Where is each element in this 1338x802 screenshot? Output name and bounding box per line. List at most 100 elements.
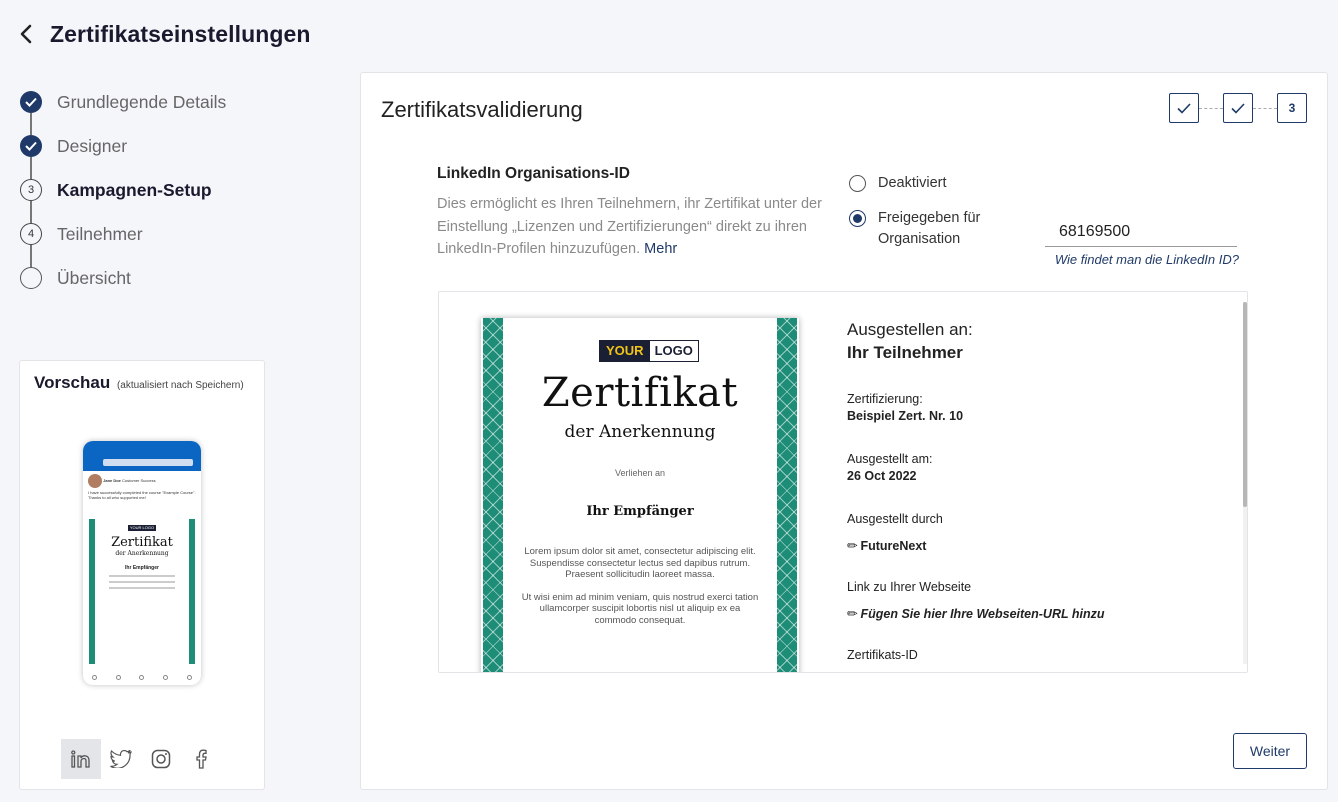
avatar [88,474,102,488]
check-circle-icon [20,91,42,113]
logo-part-logo: LOGO [649,341,698,361]
issued-by-block: Ausgestellt durch ✎FutureNext [844,512,943,555]
certificate-title: Zertifikat [541,370,739,416]
more-link[interactable]: Mehr [644,241,677,257]
phone-post-text: I have successfully completed the course… [88,490,196,500]
preview-title: Vorschau (aktualisiert nach Speichern) [34,373,244,393]
linkedin-org-id-input[interactable] [1045,217,1237,247]
website-edit[interactable]: ✎Fügen Sie hier Ihre Webseiten-URL hinzu [844,605,1105,622]
linkedin-description-text: Dies ermöglicht es Ihren Teilnehmern, ih… [437,196,822,257]
mini-step-3[interactable]: 3 [1277,93,1307,123]
certificate-awarded-to: Verliehen an [614,468,666,478]
issued-to-block: Ausgestellen an: Ihr Teilnehmer [847,320,973,363]
step-label: Designer [57,135,128,156]
check-icon [1177,102,1191,114]
step-overview[interactable]: Übersicht [20,256,320,300]
check-circle-icon [20,135,42,157]
certificate-paragraph: Lorem ipsum dolor sit amet, consectetur … [524,546,756,580]
radio-shared-organisation[interactable]: Freigegeben für Organisation [849,208,998,250]
website-label: Link zu Ihrer Webseite [847,580,972,594]
phone-app-bar [83,441,201,471]
website-value: Fügen Sie hier Ihre Webseiten-URL hinzu [860,607,1105,621]
step-basic-details[interactable]: Grundlegende Details [20,80,320,135]
step-list: Grundlegende Details Designer 3 Kampagne… [20,80,320,300]
step-label: Kampagnen-Setup [57,179,212,200]
phone-post: Jane Doe Customer Success I have success… [83,471,201,503]
phone-certificate: YOUR LOGO Zertifikat der Anerkennung Ihr… [89,519,195,664]
certificate-paragraph: Ut wisi enim ad minim veniam, quis nostr… [521,591,759,626]
issued-by-edit[interactable]: ✎FutureNext [844,537,943,554]
mini-step-2[interactable] [1223,93,1253,123]
chevron-left-icon [20,24,32,44]
step-label: Übersicht [57,267,131,288]
main-card: Zertifikatsvalidierung 3 LinkedIn Organi… [360,72,1328,790]
certification-value: Beispiel Zert. Nr. 10 [847,409,964,423]
empty-circle-icon [20,267,42,289]
facebook-icon [196,749,207,769]
step-participants[interactable]: 4 Teilnehmer [20,212,320,267]
check-icon [1231,102,1245,114]
scrollbar-thumb[interactable] [1243,302,1247,507]
linkedin-section: LinkedIn Organisations-ID Dies ermöglich… [437,165,827,261]
issued-to-value: Ihr Teilnehmer [847,343,963,362]
next-button[interactable]: Weiter [1233,733,1307,769]
phone-user-subtitle: Customer Success [122,478,156,484]
linkedin-title: LinkedIn Organisations-ID [437,165,630,182]
step-label: Teilnehmer [57,223,143,244]
mini-step-1[interactable] [1169,93,1199,123]
issued-to-label: Ausgestellen an: [847,320,973,339]
pencil-icon: ✎ [843,537,862,555]
radio-disabled[interactable]: Deaktiviert [849,173,998,194]
page-title: Zertifikatseinstellungen [50,20,311,47]
certification-label: Zertifizierung: [847,392,923,406]
step-designer[interactable]: Designer [20,124,320,179]
social-share-row [61,739,221,779]
cert-id-block: Zertifikats-ID [847,648,918,662]
back-button[interactable] [14,19,38,49]
step-campaign-setup[interactable]: 3 Kampagnen-Setup [20,168,320,223]
website-block: Link zu Ihrer Webseite ✎Fügen Sie hier I… [844,580,1105,623]
step-number-badge: 4 [20,223,42,245]
issued-on-label: Ausgestellt am: [847,452,933,466]
issued-on-value: 26 Oct 2022 [847,469,917,483]
radio-circle [849,175,866,192]
radio-label: Freigegeben für Organisation [878,210,981,247]
preview-heading: Vorschau [34,373,111,392]
certificate-preview: YOUR LOGO Zertifikat der Anerkennung Ver… [438,291,1248,673]
logo-part-your: YOUR [600,341,650,361]
section-title: Zertifikatsvalidierung [381,97,583,122]
phone-user-name: Jane Doe [103,478,121,484]
linkedin-radio-group: Deaktiviert Freigegeben für Organisation [849,173,998,250]
step-number-badge: 3 [20,179,42,201]
certificate-subtitle: der Anerkennung [564,422,716,442]
phone-cert-logo: YOUR LOGO [128,525,156,531]
twitter-button[interactable] [101,739,141,779]
certificate-logo: YOUR LOGO [599,340,699,362]
facebook-button[interactable] [181,739,221,779]
pencil-icon: ✎ [843,605,862,623]
instagram-button[interactable] [141,739,181,779]
linkedin-icon [71,750,90,768]
preview-note: (aktualisiert nach Speichern) [116,380,244,391]
radio-circle-selected [849,210,866,227]
phone-mockup: Jane Doe Customer Success I have success… [83,441,201,685]
instagram-icon [151,749,171,769]
preview-card: Vorschau (aktualisiert nach Speichern) J… [19,360,265,790]
issued-by-value: FutureNext [860,539,927,553]
phone-cert-recipient: Ihr Empfänger [125,565,159,571]
linkedin-id-help-link[interactable]: Wie findet man die LinkedIn ID? [1033,252,1239,267]
issued-on-block: Ausgestellt am: 26 Oct 2022 [847,452,932,483]
header: Zertifikatseinstellungen [14,18,311,50]
certification-block: Zertifizierung: Beispiel Zert. Nr. 10 [847,392,963,423]
issued-by-label: Ausgestellt durch [847,512,943,526]
step-label: Grundlegende Details [57,91,227,112]
cert-id-label: Zertifikats-ID [847,648,918,662]
radio-label: Deaktiviert [878,175,947,191]
linkedin-description: Dies ermöglicht es Ihren Teilnehmern, ih… [437,193,827,261]
phone-cert-title: Zertifikat [111,535,173,550]
linkedin-button[interactable] [61,739,101,779]
certificate-recipient: Ihr Empfänger [586,504,694,519]
twitter-icon [110,750,132,768]
phone-nav-bar [83,669,201,685]
phone-cert-subtitle: der Anerkennung [115,550,169,557]
